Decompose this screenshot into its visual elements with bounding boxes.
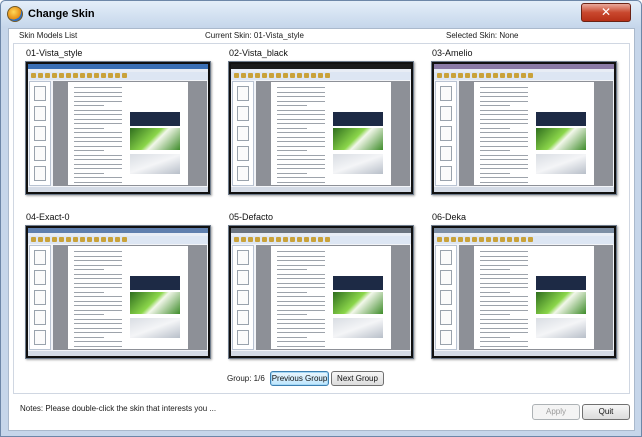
skin-models-panel: 01-Vista_style 02-Vista_black 03-Amelio …: [13, 43, 630, 394]
selected-skin-label: Selected Skin: None: [446, 31, 519, 40]
title-bar[interactable]: Change Skin ✕: [1, 1, 641, 27]
skin-name-label: 01-Vista_style: [26, 48, 83, 58]
notes-text: Notes: Please double-click the skin that…: [20, 404, 217, 413]
skin-name-label: 02-Vista_black: [229, 48, 288, 58]
skin-name-label: 05-Defacto: [229, 212, 274, 222]
close-button[interactable]: ✕: [581, 3, 631, 22]
app-icon: [7, 6, 23, 22]
skin-preview-image: [28, 64, 208, 192]
window-title: Change Skin: [28, 8, 95, 20]
skin-name-label: 03-Amelio: [432, 48, 473, 58]
quit-button[interactable]: Quit: [582, 404, 630, 420]
skin-preview-image: [434, 228, 614, 356]
skin-thumbnail[interactable]: [25, 61, 211, 195]
skin-thumbnail[interactable]: [228, 225, 414, 359]
dialog-body: Skin Models List Current Skin: 01-Vista_…: [8, 28, 635, 431]
skin-thumbnail[interactable]: [228, 61, 414, 195]
current-skin-label: Current Skin: 01-Vista_style: [205, 31, 305, 40]
skin-preview-image: [28, 228, 208, 356]
apply-button[interactable]: Apply: [532, 404, 580, 420]
next-group-button[interactable]: Next Group: [331, 371, 384, 386]
previous-group-button[interactable]: Previous Group: [270, 371, 329, 386]
skin-preview-image: [231, 64, 411, 192]
skin-preview-image: [231, 228, 411, 356]
group-indicator: Group: 1/6: [227, 374, 265, 383]
change-skin-window: Change Skin ✕ Skin Models List Current S…: [0, 0, 642, 437]
skin-thumbnail[interactable]: [25, 225, 211, 359]
skin-models-list-label: Skin Models List: [19, 31, 78, 40]
skin-thumbnail[interactable]: [431, 61, 617, 195]
skin-preview-image: [434, 64, 614, 192]
skin-name-label: 04-Exact-0: [26, 212, 70, 222]
skin-name-label: 06-Deka: [432, 212, 467, 222]
skin-thumbnail[interactable]: [431, 225, 617, 359]
